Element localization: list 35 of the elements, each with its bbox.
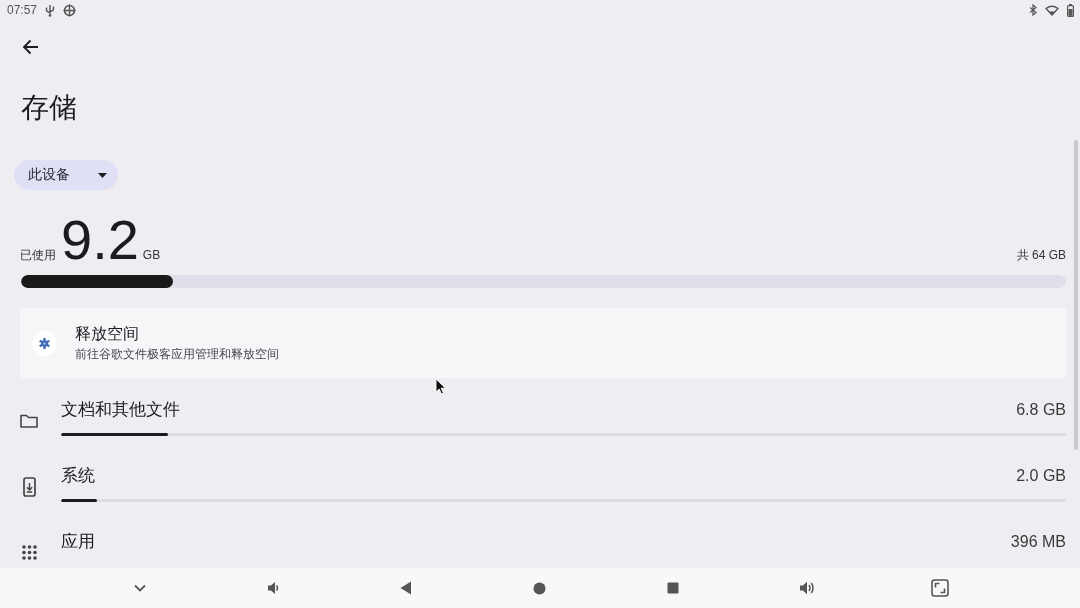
category-size: 6.8 GB bbox=[1016, 401, 1066, 419]
category-size: 396 MB bbox=[1010, 533, 1066, 551]
frame-corners-icon[interactable] bbox=[931, 579, 950, 597]
chevron-down-icon[interactable] bbox=[133, 584, 146, 592]
bluetooth-icon bbox=[1029, 4, 1037, 16]
square-icon[interactable] bbox=[667, 582, 680, 594]
battery-icon bbox=[1067, 3, 1074, 17]
volume-down-icon[interactable] bbox=[267, 581, 280, 595]
category-name[interactable]: 系统 bbox=[61, 465, 95, 487]
card-subtitle: 前往谷歌文件极客应用管理和释放空间 bbox=[75, 346, 279, 362]
wifi-icon bbox=[1045, 4, 1059, 16]
used-label: 已使用 bbox=[20, 247, 56, 264]
gear-icon bbox=[32, 330, 57, 356]
used-value: 9.2 bbox=[61, 214, 139, 266]
usb-icon bbox=[45, 3, 56, 17]
category-size: 2.0 GB bbox=[1016, 467, 1066, 485]
pointer-icon bbox=[435, 378, 446, 395]
phone-download-icon bbox=[23, 476, 36, 497]
category-name[interactable]: 文档和其他文件 bbox=[61, 399, 180, 421]
device-dropdown[interactable]: 此设备 bbox=[14, 160, 118, 190]
triangle-icon[interactable] bbox=[400, 581, 413, 595]
status-time: 07:57 bbox=[7, 3, 38, 17]
used-unit: GB bbox=[142, 248, 161, 262]
caret-icon bbox=[98, 172, 107, 178]
scrollbar[interactable] bbox=[1074, 140, 1078, 450]
free-up-space-card[interactable]: 释放空间 前往谷歌文件极客应用管理和释放空间 bbox=[20, 308, 1066, 378]
grid-icon bbox=[22, 545, 37, 560]
card-title: 释放空间 bbox=[75, 324, 139, 344]
circle-icon[interactable] bbox=[533, 581, 547, 595]
crosshair-icon bbox=[63, 3, 77, 17]
volume-up-icon[interactable] bbox=[798, 580, 815, 596]
folder-icon bbox=[20, 413, 38, 428]
total-capacity: 共 64 GB bbox=[1016, 247, 1066, 264]
category-name[interactable]: 应用 bbox=[61, 531, 95, 553]
page-title: 存储 bbox=[21, 91, 77, 125]
